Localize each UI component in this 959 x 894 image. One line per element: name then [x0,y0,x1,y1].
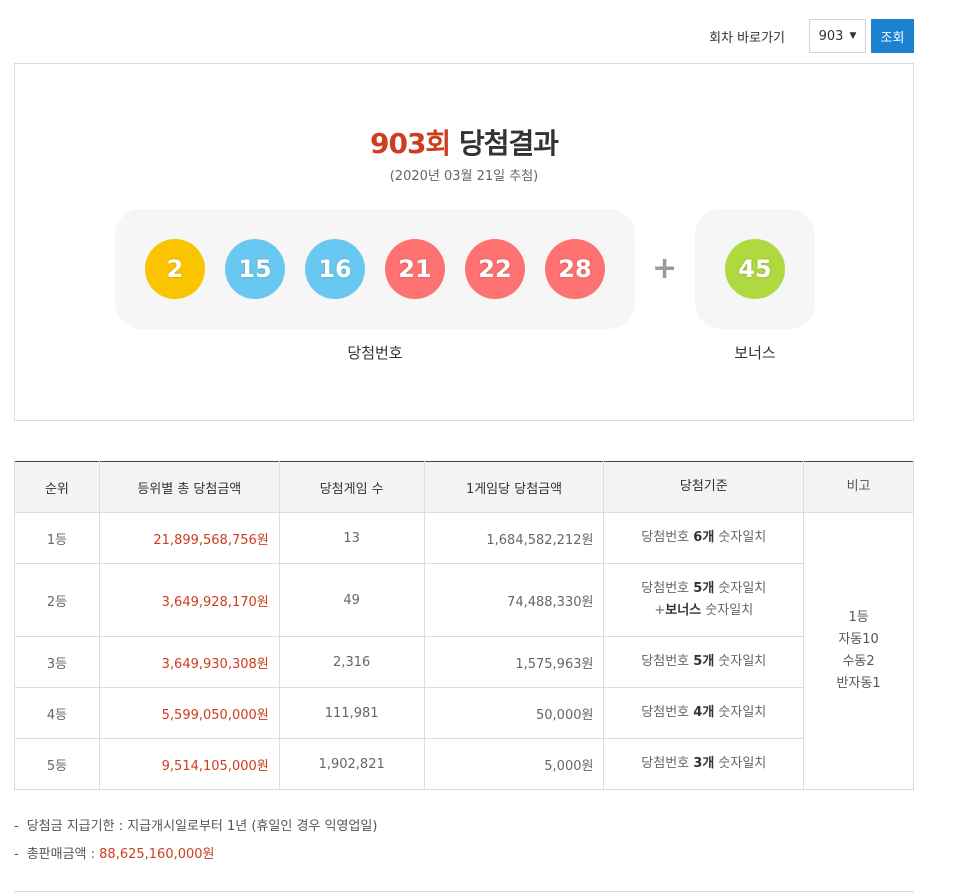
winner-count-cell: 1,902,821 [278,738,425,790]
total-prize-cell: 21,899,568,756원 [98,512,280,564]
winning-ball: 2 [145,239,205,299]
winning-ball: 22 [465,239,525,299]
round-select-value: 903 [818,28,844,44]
winner-count-cell: 13 [278,512,425,564]
notes-list: - 당첨금 지급기한 : 지급개시일로부터 1년 (휴일인 경우 익영업일) -총… [14,815,377,871]
winning-ball: 21 [385,239,445,299]
criteria-line: +보너스 숫자일치 [604,600,803,622]
header-winner-count: 당첨게임 수 [278,461,425,513]
note-line: 수동2 [842,654,875,669]
bonus-ball: 45 [725,239,785,299]
payment-deadline-text: 당첨금 지급기한 : 지급개시일로부터 1년 (휴일인 경우 익영업일) [26,819,378,834]
criteria-cell: 당첨번호 3개 숫자일치 [603,738,805,790]
per-game-prize-cell: 50,000원 [423,687,605,739]
header-rank: 순위 [14,461,100,513]
header-per-game-prize: 1게임당 당첨금액 [423,461,605,513]
result-box: 903회 당첨결과 (2020년 03월 21일 추첨) 2 15 16 21 … [14,63,914,421]
dash-bullet: - [14,819,19,834]
rank-cell: 2등 [14,563,100,637]
winner-count-cell: 49 [278,563,425,637]
prize-table: 순위 등위별 총 당첨금액 당첨게임 수 1게임당 당첨금액 당첨기준 비고 1… [14,461,914,790]
search-button[interactable]: 조회 [871,19,914,53]
per-game-prize-cell: 74,488,330원 [423,563,605,637]
per-game-prize-cell: 1,684,582,212원 [423,512,605,564]
chevron-down-icon: ▼ [849,31,857,41]
plus-icon: + [652,251,678,286]
criteria-text: + [654,603,666,618]
winner-count-cell: 2,316 [278,636,425,688]
criteria-text: 당첨번호 [641,705,694,720]
criteria-line: 당첨번호 5개 숫자일치 [604,578,803,600]
winner-count-cell: 111,981 [278,687,425,739]
round-goto-label: 회차 바로가기 [709,30,785,46]
draw-date: (2020년 03월 21일 추첨) [389,169,539,184]
table-row: 4등 5,599,050,000원 111,981 50,000원 당첨번호 4… [14,687,914,739]
winning-numbers-label: 당첨번호 [347,344,403,362]
winning-ball: 15 [225,239,285,299]
criteria-text: 당첨번호 [641,756,694,771]
bonus-label: 보너스 [734,344,776,362]
rank-cell: 1등 [14,512,100,564]
criteria-text: 숫자일치 [714,756,767,771]
title-suffix: 당첨결과 [450,127,559,160]
criteria-count: 4개 [693,705,715,720]
rank-cell: 4등 [14,687,100,739]
criteria-text: 당첨번호 [641,654,694,669]
dash-bullet: - [14,847,19,862]
total-sales-value: 88,625,160,000원 [99,847,215,862]
per-game-prize-cell: 5,000원 [423,738,605,790]
criteria-cell: 당첨번호 5개 숫자일치 +보너스 숫자일치 [603,563,805,637]
rank-cell: 5등 [14,738,100,790]
criteria-text: 숫자일치 [714,705,767,720]
criteria-cell: 당첨번호 5개 숫자일치 [603,636,805,688]
criteria-text: 숫자일치 [714,581,767,596]
total-sales-label: 총판매금액 : [26,847,100,862]
note-line: 반자동1 [836,676,881,691]
total-prize-cell: 3,649,928,170원 [98,563,280,637]
total-prize-cell: 3,649,930,308원 [98,636,280,688]
criteria-text: 숫자일치 [714,654,767,669]
criteria-text: 숫자일치 [701,603,754,618]
note-line: 1등 [848,610,869,625]
bonus-number-panel: 45 [695,209,815,329]
note-cell: 1등 자동10 수동2 반자동1 [803,512,914,790]
criteria-bonus: 보너스 [665,603,702,618]
criteria-count: 6개 [693,530,715,545]
criteria-cell: 당첨번호 4개 숫자일치 [603,687,805,739]
table-row: 5등 9,514,105,000원 1,902,821 5,000원 당첨번호 … [14,738,914,790]
total-prize-cell: 5,599,050,000원 [98,687,280,739]
total-prize-cell: 9,514,105,000원 [98,738,280,790]
criteria-text: 당첨번호 [641,530,694,545]
criteria-text: 당첨번호 [641,581,694,596]
criteria-count: 5개 [693,581,715,596]
per-game-prize-cell: 1,575,963원 [423,636,605,688]
table-row: 1등 21,899,568,756원 13 1,684,582,212원 당첨번… [14,512,914,790]
criteria-cell: 당첨번호 6개 숫자일치 [603,512,805,564]
page-title: 903회 당첨결과 [15,122,913,162]
note-line: 자동10 [838,632,879,647]
table-header-row: 순위 등위별 총 당첨금액 당첨게임 수 1게임당 당첨금액 당첨기준 비고 [14,461,914,513]
criteria-text: 숫자일치 [714,530,767,545]
criteria-count: 5개 [693,654,715,669]
criteria-count: 3개 [693,756,715,771]
rank-cell: 3등 [14,636,100,688]
list-item: - 총판매금액 : 88,625,160,000원 [14,843,377,871]
table-row: 3등 3,649,930,308원 2,316 1,575,963원 당첨번호 … [14,636,914,688]
winning-ball: 16 [305,239,365,299]
round-select[interactable]: 903 ▼ [809,19,866,53]
header-note: 비고 [803,461,914,513]
table-row: 2등 3,649,928,170원 49 74,488,330원 당첨번호 5개… [14,563,914,637]
header-criteria: 당첨기준 [603,461,805,513]
round-selector-bar: 회차 바로가기 903 ▼ 조회 [709,19,914,53]
winning-numbers-panel: 2 15 16 21 22 28 [115,209,635,329]
round-number: 903회 [369,127,451,160]
header-total-prize: 등위별 총 당첨금액 [98,461,280,513]
winning-ball: 28 [545,239,605,299]
list-item: - 당첨금 지급기한 : 지급개시일로부터 1년 (휴일인 경우 익영업일) [14,815,377,843]
divider [14,891,914,892]
